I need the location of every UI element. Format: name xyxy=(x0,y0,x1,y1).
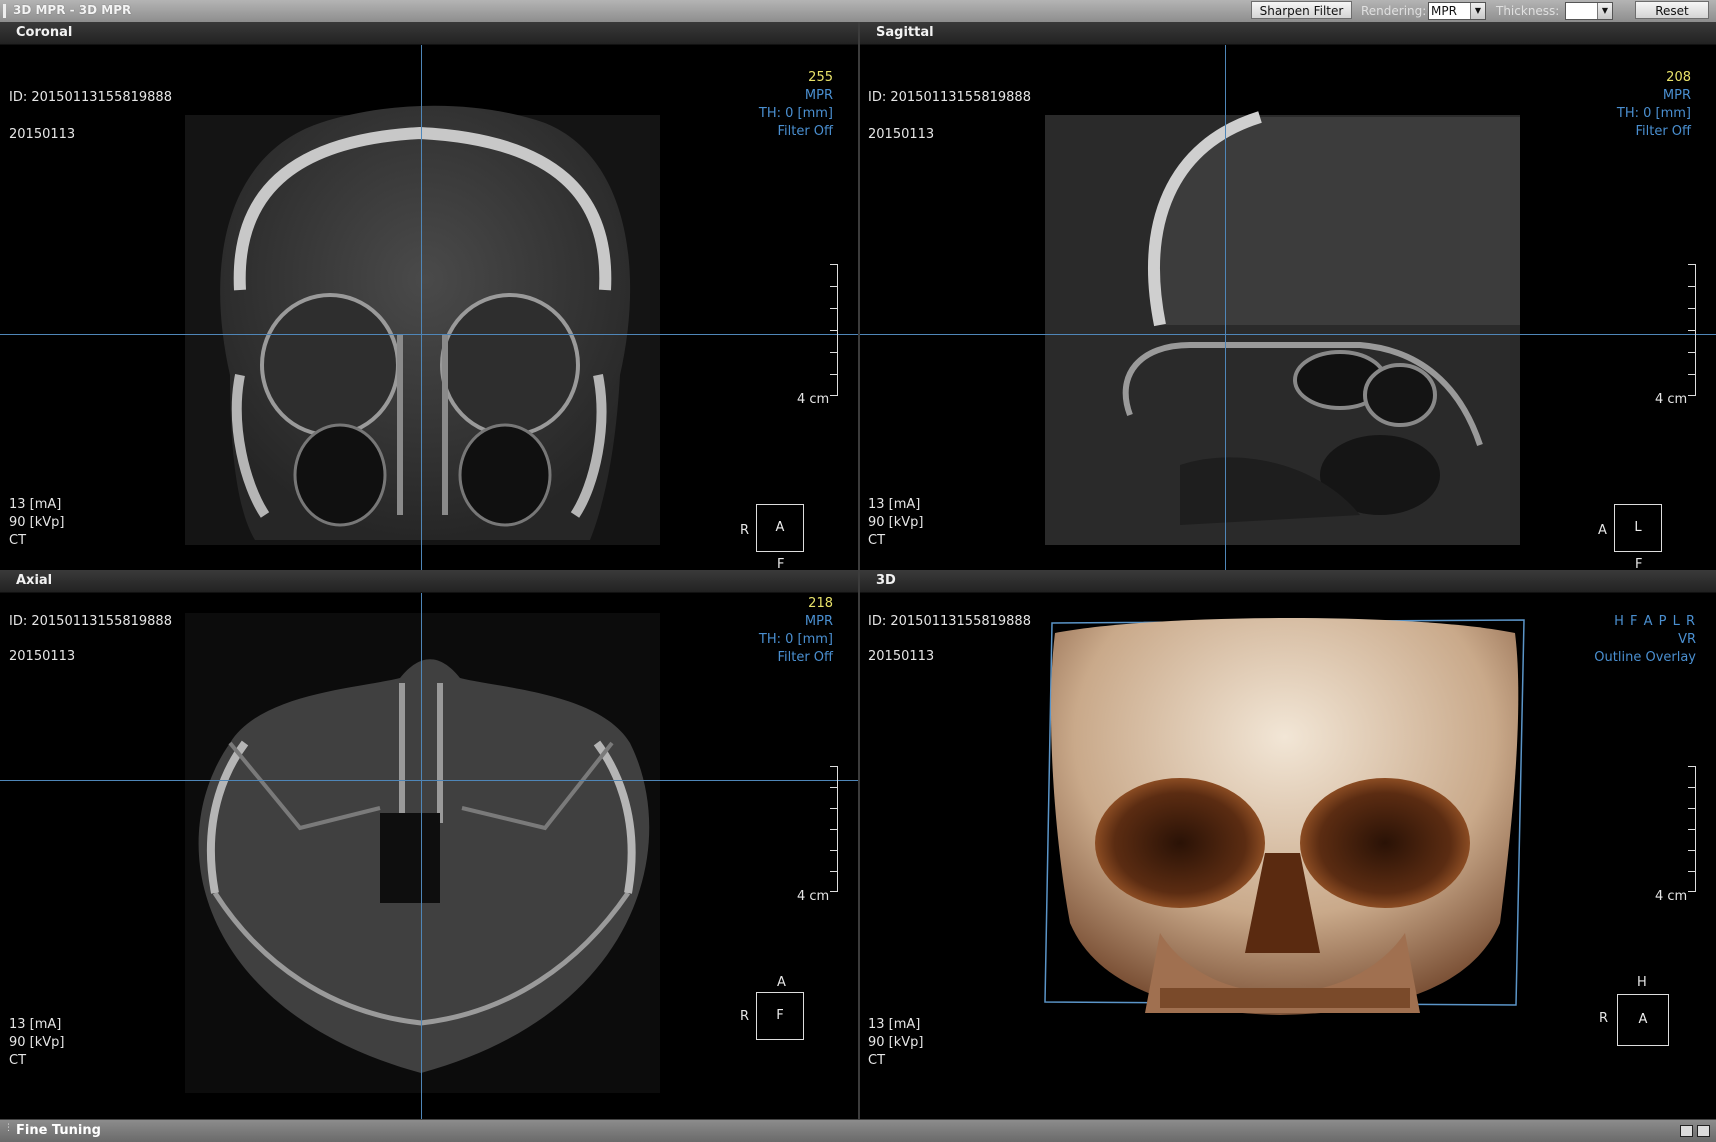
chevron-down-icon[interactable]: ▼ xyxy=(1470,3,1485,19)
tube-voltage: 90 [kVp] xyxy=(9,515,65,530)
render-mode: MPR xyxy=(804,614,833,629)
thickness-info: TH: 0 [mm] xyxy=(758,632,833,647)
thickness-info: TH: 0 [mm] xyxy=(758,106,833,121)
orientation-marker[interactable]: A xyxy=(756,504,804,552)
modality: CT xyxy=(868,533,886,548)
render-mode: MPR xyxy=(1662,88,1691,103)
orient-bottom: F xyxy=(777,557,785,570)
window-titlebar: 3D MPR - 3D MPR Sharpen Filter Rendering… xyxy=(0,0,1716,23)
crosshair-horizontal[interactable] xyxy=(0,780,858,781)
axial-ct-image xyxy=(185,613,660,1093)
orient-top: H xyxy=(1637,975,1647,990)
3d-title: 3D xyxy=(876,573,896,588)
orient-left: R xyxy=(740,523,750,538)
sagittal-viewport[interactable]: Sagittal 208 MPR TH: 0 [mm] Filter Off I… xyxy=(860,22,1716,570)
3d-header: 3D xyxy=(860,570,1716,593)
scale-bar xyxy=(828,766,838,892)
patient-id: ID: 20150113155819888 xyxy=(868,614,1031,629)
sagittal-header: Sagittal xyxy=(860,22,1716,45)
direction-letters[interactable]: H F A P L R xyxy=(1614,614,1696,629)
fine-tuning-bar[interactable]: ⋮ Fine Tuning xyxy=(0,1119,1716,1142)
grip-icon: ⋮ xyxy=(4,1123,13,1133)
orientation-marker[interactable]: F xyxy=(756,992,804,1040)
viewport-divider[interactable] xyxy=(858,22,860,1119)
axial-viewport[interactable]: Axial 218 MPR TH: 0 [mm] Filter Off ID: … xyxy=(0,570,858,1119)
crosshair-horizontal[interactable] xyxy=(860,334,1716,335)
orientation-marker[interactable]: L xyxy=(1614,504,1662,552)
tube-voltage: 90 [kVp] xyxy=(868,515,924,530)
3d-image-area[interactable]: H F A P L R VR Outline Overlay ID: 20150… xyxy=(860,593,1716,1119)
orientation-cube[interactable]: A xyxy=(1617,994,1669,1046)
coronal-title: Coronal xyxy=(16,25,73,40)
thickness-select[interactable]: ▼ xyxy=(1565,2,1613,20)
render-mode: MPR xyxy=(804,88,833,103)
orient-left: R xyxy=(740,1009,750,1024)
slice-number: 255 xyxy=(808,70,833,85)
orient-left: R xyxy=(1599,1011,1609,1026)
slice-number: 208 xyxy=(1666,70,1691,85)
3d-volume-render xyxy=(1044,618,1525,1015)
axial-image-area[interactable]: 218 MPR TH: 0 [mm] Filter Off ID: 201501… xyxy=(0,593,858,1119)
tube-voltage: 90 [kVp] xyxy=(9,1035,65,1050)
window-title: 3D MPR - 3D MPR xyxy=(13,3,132,17)
thickness-label: Thickness: xyxy=(1496,4,1560,18)
scale-label: 4 cm xyxy=(797,889,830,904)
tube-current: 13 [mA] xyxy=(9,1017,62,1032)
rendering-label: Rendering: xyxy=(1361,4,1427,18)
orient-top: A xyxy=(777,975,786,990)
scale-bar xyxy=(828,264,838,396)
scale-label: 4 cm xyxy=(1655,392,1688,407)
sagittal-title: Sagittal xyxy=(876,25,934,40)
study-date: 20150113 xyxy=(868,127,935,142)
tube-current: 13 [mA] xyxy=(868,497,921,512)
rendering-select-value: MPR xyxy=(1431,4,1457,18)
folder-icon[interactable] xyxy=(1697,1125,1710,1137)
tube-voltage: 90 [kVp] xyxy=(868,1035,924,1050)
scale-label: 4 cm xyxy=(797,392,830,407)
axial-title: Axial xyxy=(16,573,53,588)
thickness-info: TH: 0 [mm] xyxy=(1616,106,1691,121)
coronal-image-area[interactable]: 255 MPR TH: 0 [mm] Filter Off ID: 201501… xyxy=(0,45,858,570)
modality: CT xyxy=(9,1053,27,1068)
study-date: 20150113 xyxy=(9,649,76,664)
modality: CT xyxy=(9,533,27,548)
modality: CT xyxy=(868,1053,886,1068)
crosshair-vertical[interactable] xyxy=(1225,45,1226,570)
tube-current: 13 [mA] xyxy=(9,497,62,512)
rendering-select[interactable]: MPR ▼ xyxy=(1428,2,1486,20)
axial-header: Axial xyxy=(0,570,858,593)
crosshair-horizontal[interactable] xyxy=(0,334,858,335)
sagittal-ct-image xyxy=(1045,111,1520,545)
titlebar-grip xyxy=(3,4,6,18)
scale-label: 4 cm xyxy=(1655,889,1688,904)
scale-bar xyxy=(1686,766,1696,892)
coronal-ct-image xyxy=(185,105,660,545)
study-date: 20150113 xyxy=(868,649,935,664)
scale-bar xyxy=(1686,264,1696,396)
filter-status: Filter Off xyxy=(777,650,833,665)
filter-status: Filter Off xyxy=(777,124,833,139)
slice-number: 218 xyxy=(808,596,833,611)
3d-viewport[interactable]: 3D H F A P L R VR Outline Overlay ID: 20… xyxy=(860,570,1716,1119)
crosshair-vertical[interactable] xyxy=(421,593,422,1119)
crosshair-vertical[interactable] xyxy=(421,45,422,570)
save-icon[interactable] xyxy=(1680,1125,1693,1137)
orient-bottom: F xyxy=(1635,557,1643,570)
tube-current: 13 [mA] xyxy=(868,1017,921,1032)
chevron-down-icon[interactable]: ▼ xyxy=(1597,3,1612,19)
sharpen-filter-button[interactable]: Sharpen Filter xyxy=(1251,1,1352,19)
patient-id: ID: 20150113155819888 xyxy=(9,614,172,629)
study-date: 20150113 xyxy=(9,127,76,142)
render-mode: VR xyxy=(1678,632,1696,647)
reset-button[interactable]: Reset xyxy=(1635,1,1709,19)
coronal-viewport[interactable]: Coronal 255 MPR TH: 0 [mm] Filter Off ID… xyxy=(0,22,858,570)
filter-status: Filter Off xyxy=(1635,124,1691,139)
fine-tuning-title: Fine Tuning xyxy=(16,1123,101,1138)
coronal-header: Coronal xyxy=(0,22,858,45)
patient-id: ID: 20150113155819888 xyxy=(868,90,1031,105)
patient-id: ID: 20150113155819888 xyxy=(9,90,172,105)
orient-left: A xyxy=(1598,523,1607,538)
sagittal-image-area[interactable]: 208 MPR TH: 0 [mm] Filter Off ID: 201501… xyxy=(860,45,1716,570)
overlay-status: Outline Overlay xyxy=(1594,650,1696,665)
